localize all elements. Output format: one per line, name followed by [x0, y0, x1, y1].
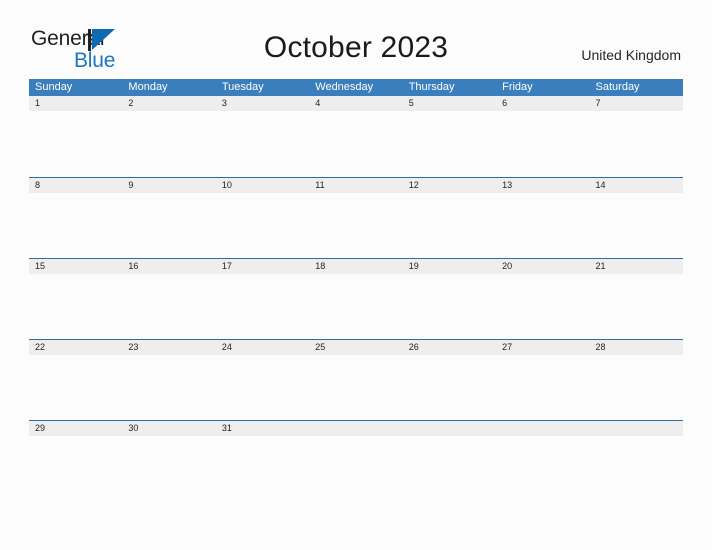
day-cell[interactable] [309, 274, 402, 339]
day-cell[interactable] [29, 436, 122, 501]
day-number[interactable]: 19 [403, 259, 496, 274]
day-cell[interactable] [122, 193, 215, 258]
day-cell[interactable] [29, 111, 122, 176]
day-cell[interactable] [590, 274, 683, 339]
day-cell[interactable] [590, 193, 683, 258]
day-cell[interactable] [122, 355, 215, 420]
weekday-header-saturday: Saturday [595, 81, 640, 93]
day-number[interactable]: 30 [122, 421, 215, 436]
day-number[interactable]: 31 [216, 421, 309, 436]
day-cell[interactable] [309, 111, 402, 176]
day-number[interactable]: 6 [496, 96, 589, 111]
day-cell[interactable] [216, 355, 309, 420]
day-number[interactable]: 28 [590, 340, 683, 355]
day-cell[interactable] [122, 274, 215, 339]
day-cell[interactable] [590, 111, 683, 176]
page-header: General Blue October 2023 United Kingdom [0, 0, 712, 78]
weekday-header-row: Sunday Monday Tuesday Wednesday Thursday… [29, 79, 683, 96]
day-cell[interactable] [29, 355, 122, 420]
day-cell[interactable] [496, 355, 589, 420]
day-number[interactable]: 7 [590, 96, 683, 111]
week-daynumber-band: 29 30 31 [29, 420, 683, 436]
calendar-week-row: 22 23 24 25 26 27 28 [29, 339, 683, 420]
day-cell [590, 436, 683, 501]
day-cell[interactable] [216, 436, 309, 501]
weekday-header-sunday: Sunday [35, 81, 73, 93]
day-cell[interactable] [590, 355, 683, 420]
day-cell [403, 436, 496, 501]
weekday-header-wednesday: Wednesday [315, 81, 374, 93]
day-cell[interactable] [496, 274, 589, 339]
day-cell[interactable] [29, 193, 122, 258]
day-number[interactable]: 13 [496, 178, 589, 193]
day-number[interactable]: 11 [309, 178, 402, 193]
day-number[interactable]: 3 [216, 96, 309, 111]
week-day-cells [29, 111, 683, 176]
day-number[interactable]: 5 [403, 96, 496, 111]
day-cell[interactable] [29, 274, 122, 339]
day-number[interactable]: 25 [309, 340, 402, 355]
day-number[interactable]: 8 [29, 178, 122, 193]
day-number[interactable]: 15 [29, 259, 122, 274]
calendar-week-row: 8 9 10 11 12 13 14 [29, 177, 683, 258]
week-daynumber-band: 15 16 17 18 19 20 21 [29, 258, 683, 274]
day-cell[interactable] [403, 193, 496, 258]
day-number [309, 421, 402, 436]
week-daynumber-band: 1 2 3 4 5 6 7 [29, 96, 683, 111]
day-cell[interactable] [309, 355, 402, 420]
day-cell [309, 436, 402, 501]
day-cell[interactable] [403, 355, 496, 420]
day-number[interactable]: 9 [122, 178, 215, 193]
day-cell[interactable] [496, 193, 589, 258]
day-number[interactable]: 16 [122, 259, 215, 274]
weekday-header-monday: Monday [128, 81, 168, 93]
day-number[interactable]: 21 [590, 259, 683, 274]
day-number [590, 421, 683, 436]
day-number[interactable]: 23 [122, 340, 215, 355]
day-cell[interactable] [216, 111, 309, 176]
day-cell[interactable] [122, 436, 215, 501]
weekday-header-tuesday: Tuesday [221, 81, 264, 93]
day-cell[interactable] [216, 274, 309, 339]
day-cell[interactable] [309, 193, 402, 258]
country-label: United Kingdom [581, 47, 681, 63]
day-number[interactable]: 24 [216, 340, 309, 355]
day-number[interactable]: 10 [216, 178, 309, 193]
calendar-week-row: 29 30 31 [29, 420, 683, 501]
day-number[interactable]: 17 [216, 259, 309, 274]
week-daynumber-band: 8 9 10 11 12 13 14 [29, 177, 683, 193]
day-number[interactable]: 27 [496, 340, 589, 355]
week-day-cells [29, 193, 683, 258]
day-number[interactable]: 18 [309, 259, 402, 274]
calendar-grid: Sunday Monday Tuesday Wednesday Thursday… [29, 79, 683, 501]
day-number [403, 421, 496, 436]
weekday-header-thursday: Thursday [408, 81, 455, 93]
calendar-week-row: 15 16 17 18 19 20 21 [29, 258, 683, 339]
day-number[interactable]: 22 [29, 340, 122, 355]
day-number[interactable]: 2 [122, 96, 215, 111]
week-day-cells [29, 436, 683, 501]
day-cell[interactable] [216, 193, 309, 258]
calendar-page: General Blue October 2023 United Kingdom… [0, 0, 712, 550]
day-cell[interactable] [403, 111, 496, 176]
day-number[interactable]: 14 [590, 178, 683, 193]
day-number[interactable]: 20 [496, 259, 589, 274]
day-number[interactable]: 12 [403, 178, 496, 193]
day-number[interactable]: 29 [29, 421, 122, 436]
week-daynumber-band: 22 23 24 25 26 27 28 [29, 339, 683, 355]
day-number[interactable]: 1 [29, 96, 122, 111]
week-day-cells [29, 274, 683, 339]
week-day-cells [29, 355, 683, 420]
day-number [496, 421, 589, 436]
day-cell [496, 436, 589, 501]
day-cell[interactable] [496, 111, 589, 176]
day-cell[interactable] [403, 274, 496, 339]
weekday-header-friday: Friday [502, 81, 533, 93]
calendar-week-row: 1 2 3 4 5 6 7 [29, 96, 683, 177]
day-number[interactable]: 26 [403, 340, 496, 355]
day-number[interactable]: 4 [309, 96, 402, 111]
day-cell[interactable] [122, 111, 215, 176]
